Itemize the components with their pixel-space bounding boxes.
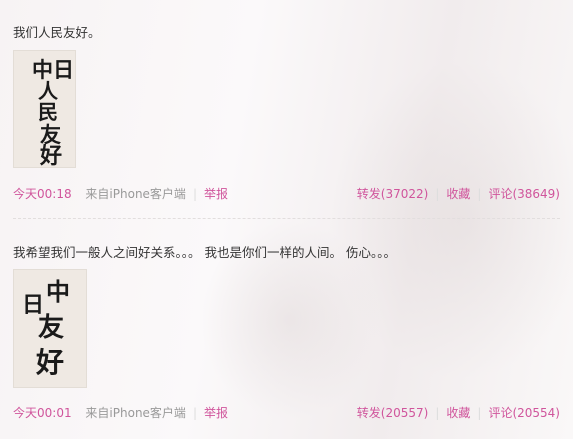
divider-bar: | xyxy=(435,187,440,201)
calligraphy-char: 友 xyxy=(38,313,64,343)
repost-link[interactable]: 转发(20557) xyxy=(357,406,429,420)
favorite-link[interactable]: 收藏 xyxy=(446,406,470,420)
post-source[interactable]: 来自iPhone客户端 xyxy=(85,406,186,420)
post-divider xyxy=(13,218,560,219)
report-link[interactable]: 举报 xyxy=(204,406,228,420)
favorite-link[interactable]: 收藏 xyxy=(446,187,470,201)
post-text: 我希望我们一般人之间好关系。。。 我也是你们一样的人间。 伤心。。。 xyxy=(13,245,396,260)
calligraphy-char: 民 xyxy=(38,100,58,124)
post-meta-left: 今天00:01 来自iPhone客户端 | 举报 xyxy=(13,404,228,421)
post-image[interactable]: 中日 人 民 友 好 xyxy=(13,50,76,168)
post-meta-left: 今天00:18 来自iPhone客户端 | 举报 xyxy=(13,185,228,202)
post-time-link[interactable]: 今天00:01 xyxy=(13,406,72,420)
calligraphy-char: 中 xyxy=(46,277,70,306)
calligraphy-char: 好 xyxy=(35,346,64,379)
repost-link[interactable]: 转发(37022) xyxy=(357,187,429,201)
divider-bar: | xyxy=(477,406,482,420)
post-actions: 转发(20557) | 收藏 | 评论(20554) xyxy=(357,404,560,421)
comment-link[interactable]: 评论(38649) xyxy=(488,187,560,201)
post-text: 我们人民友好。 xyxy=(13,25,101,40)
calligraphy-char: 好 xyxy=(39,143,62,167)
post-meta: 今天00:01 来自iPhone客户端 | 举报 转发(20557) | 收藏 | 评论(2… xyxy=(13,404,560,420)
post-image[interactable]: 日 中 友 好 xyxy=(13,269,87,388)
post-time-link[interactable]: 今天00:18 xyxy=(13,187,72,201)
comment-link[interactable]: 评论(20554) xyxy=(488,406,560,420)
report-link[interactable]: 举报 xyxy=(204,187,228,201)
divider-bar: | xyxy=(435,406,440,420)
post-actions: 转发(37022) | 收藏 | 评论(38649) xyxy=(357,185,560,202)
divider-bar: | xyxy=(477,187,482,201)
divider-bar: | xyxy=(192,406,197,420)
calligraphy-image: 中日 人 民 友 好 xyxy=(32,57,74,167)
post-source[interactable]: 来自iPhone客户端 xyxy=(85,187,186,201)
post-meta: 今天00:18 来自iPhone客户端 | 举报 转发(37022) | 收藏 | 评论(3… xyxy=(13,185,560,201)
divider-bar: | xyxy=(192,187,197,201)
calligraphy-image: 日 中 友 好 xyxy=(22,277,70,379)
